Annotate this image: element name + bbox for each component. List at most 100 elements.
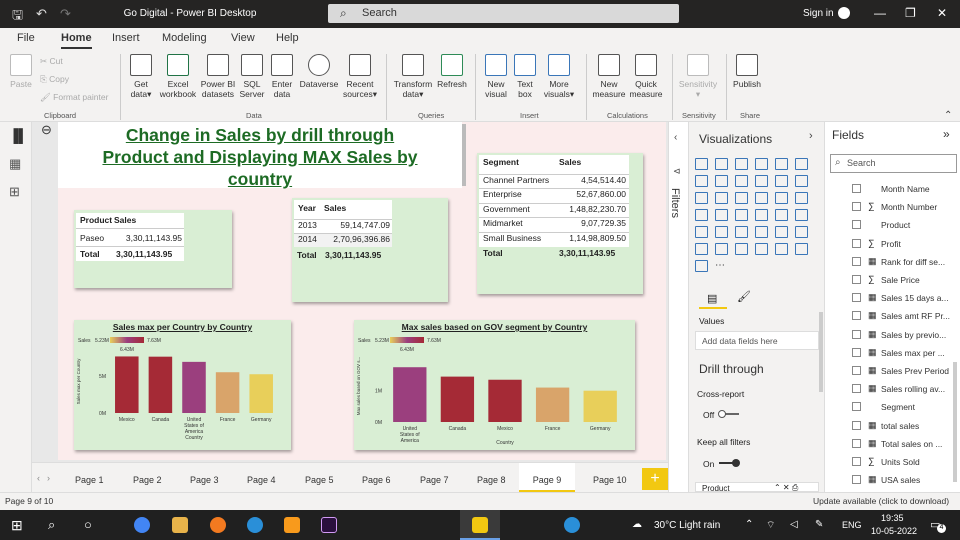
powerbi-datasets-button[interactable]: Power BI datasets: [199, 54, 237, 99]
field-item[interactable]: Product: [881, 220, 910, 230]
decomposition-icon[interactable]: [695, 243, 708, 255]
kpi-icon[interactable]: [795, 209, 808, 221]
update-link[interactable]: Update available (click to download): [813, 496, 949, 506]
language-indicator[interactable]: ENG: [842, 520, 862, 530]
field-checkbox[interactable]: [852, 275, 861, 284]
tab-page-9[interactable]: Page 9: [519, 463, 575, 492]
chrome-icon[interactable]: [134, 517, 150, 533]
waterfall-icon[interactable]: [695, 192, 708, 204]
format-painter-button[interactable]: 🖌 Format painter: [40, 92, 108, 103]
pie-icon[interactable]: [755, 192, 768, 204]
field-checkbox[interactable]: [852, 402, 861, 412]
new-measure-button[interactable]: New measure: [590, 54, 628, 99]
clock-time[interactable]: 19:35: [881, 513, 904, 523]
textbox-scrollbar[interactable]: [462, 124, 466, 186]
field-checkbox[interactable]: [852, 238, 861, 248]
premiere-icon[interactable]: [321, 517, 337, 533]
field-item[interactable]: Segment: [881, 402, 915, 412]
tab-page-5[interactable]: Page 5: [305, 475, 334, 485]
field-checkbox[interactable]: [852, 256, 861, 266]
quick-measure-button[interactable]: Quick measure: [627, 54, 665, 99]
field-checkbox[interactable]: [852, 184, 861, 193]
line-icon[interactable]: [695, 175, 708, 187]
text-box-button[interactable]: Text box: [511, 54, 539, 99]
field-checkbox[interactable]: [852, 457, 861, 466]
field-item[interactable]: Sale Price: [881, 275, 920, 285]
wifi-icon[interactable]: ⌔: [766, 519, 775, 532]
report-view-icon[interactable]: ▐▌: [9, 128, 27, 143]
expand-icon[interactable]: »: [943, 127, 950, 141]
line-clustered-icon[interactable]: [775, 175, 788, 187]
filled-map-icon[interactable]: [715, 209, 728, 221]
field-checkbox[interactable]: [852, 311, 861, 321]
filters-label[interactable]: Filters: [669, 188, 681, 218]
field-item[interactable]: Total sales on ...: [881, 439, 942, 449]
tab-page-8[interactable]: Page 8: [477, 475, 506, 485]
field-checkbox[interactable]: [852, 420, 861, 430]
title-search-input[interactable]: ⌕ Search: [328, 4, 679, 23]
menu-insert[interactable]: Insert: [112, 32, 140, 44]
field-checkbox[interactable]: [852, 384, 861, 394]
chevron-up-icon[interactable]: ⌃: [745, 519, 753, 530]
field-checkbox[interactable]: [852, 293, 861, 303]
field-item[interactable]: Sales rolling av...: [881, 384, 945, 394]
add-fields-dropzone[interactable]: Add data fields here: [695, 331, 819, 350]
key-influencers-icon[interactable]: [795, 226, 808, 238]
menu-file[interactable]: File: [17, 32, 35, 44]
close-icon[interactable]: ✕: [937, 6, 947, 20]
filters-pane[interactable]: ‹ ⊲ Filters: [668, 122, 688, 492]
model-view-icon[interactable]: ⊞: [9, 184, 20, 200]
recent-sources-button[interactable]: Recent sources▾: [340, 54, 380, 99]
field-item[interactable]: Units Sold: [881, 457, 920, 467]
field-item[interactable]: USA sales: [881, 475, 920, 485]
scatter-icon[interactable]: [735, 192, 748, 204]
multi-row-card-icon[interactable]: [775, 209, 788, 221]
field-item[interactable]: total sales: [881, 421, 919, 431]
dataverse-button[interactable]: Dataverse: [297, 54, 341, 89]
matrix-icon[interactable]: [735, 226, 748, 238]
treemap-icon[interactable]: [795, 192, 808, 204]
funnel-icon[interactable]: [715, 192, 728, 204]
100-column-icon[interactable]: [795, 158, 808, 170]
jupyter-icon[interactable]: [210, 517, 226, 533]
stacked-area-icon[interactable]: [735, 175, 748, 187]
field-item[interactable]: Month Name: [881, 184, 930, 194]
speaker-icon[interactable]: ◁: [790, 519, 798, 530]
add-page-button[interactable]: +: [642, 468, 668, 490]
cut-button[interactable]: ✂ Cut: [40, 56, 63, 67]
sublime-icon[interactable]: [284, 517, 300, 533]
expand-icon[interactable]: ›: [809, 130, 813, 142]
stacked-bar-icon[interactable]: [695, 158, 708, 170]
tab-page-7[interactable]: Page 7: [420, 475, 449, 485]
avatar[interactable]: [838, 7, 850, 19]
clock-date[interactable]: 10-05-2022: [871, 526, 917, 536]
menu-view[interactable]: View: [231, 32, 255, 44]
gauge-icon[interactable]: [735, 209, 748, 221]
collapse-ribbon-icon[interactable]: ⌃: [944, 110, 952, 121]
field-checkbox[interactable]: [852, 475, 861, 485]
search-icon[interactable]: ⌕: [48, 517, 55, 533]
weather-text[interactable]: 30°C Light rain: [654, 520, 720, 531]
paginated-icon[interactable]: [755, 243, 768, 255]
field-item[interactable]: Sales Prev Period: [881, 366, 949, 376]
slicer-icon[interactable]: [695, 226, 708, 238]
menu-home[interactable]: Home: [61, 32, 92, 49]
pen-icon[interactable]: ✎: [815, 519, 823, 530]
menu-help[interactable]: Help: [276, 32, 299, 44]
tab-page-3[interactable]: Page 3: [190, 475, 219, 485]
file-explorer-icon[interactable]: [172, 517, 188, 533]
field-item[interactable]: Sales by previo...: [881, 330, 946, 340]
sensitivity-button[interactable]: Sensitivity ▾: [676, 54, 720, 99]
100-bar-icon[interactable]: [775, 158, 788, 170]
data-view-icon[interactable]: ▦: [9, 156, 21, 172]
tab-page-2[interactable]: Page 2: [133, 475, 162, 485]
card-icon[interactable]: [755, 209, 768, 221]
collapse-icon[interactable]: ‹: [674, 132, 677, 143]
drill-field-card[interactable]: Product ⌃ ✕ ⎙: [695, 482, 819, 492]
table-icon[interactable]: [715, 226, 728, 238]
refresh-button[interactable]: Refresh: [435, 54, 469, 89]
transform-data-button[interactable]: Transform data▾: [391, 54, 435, 99]
map-icon[interactable]: [695, 209, 708, 221]
publish-button[interactable]: Publish: [730, 54, 764, 89]
get-data-button[interactable]: Get data▾: [126, 54, 156, 99]
